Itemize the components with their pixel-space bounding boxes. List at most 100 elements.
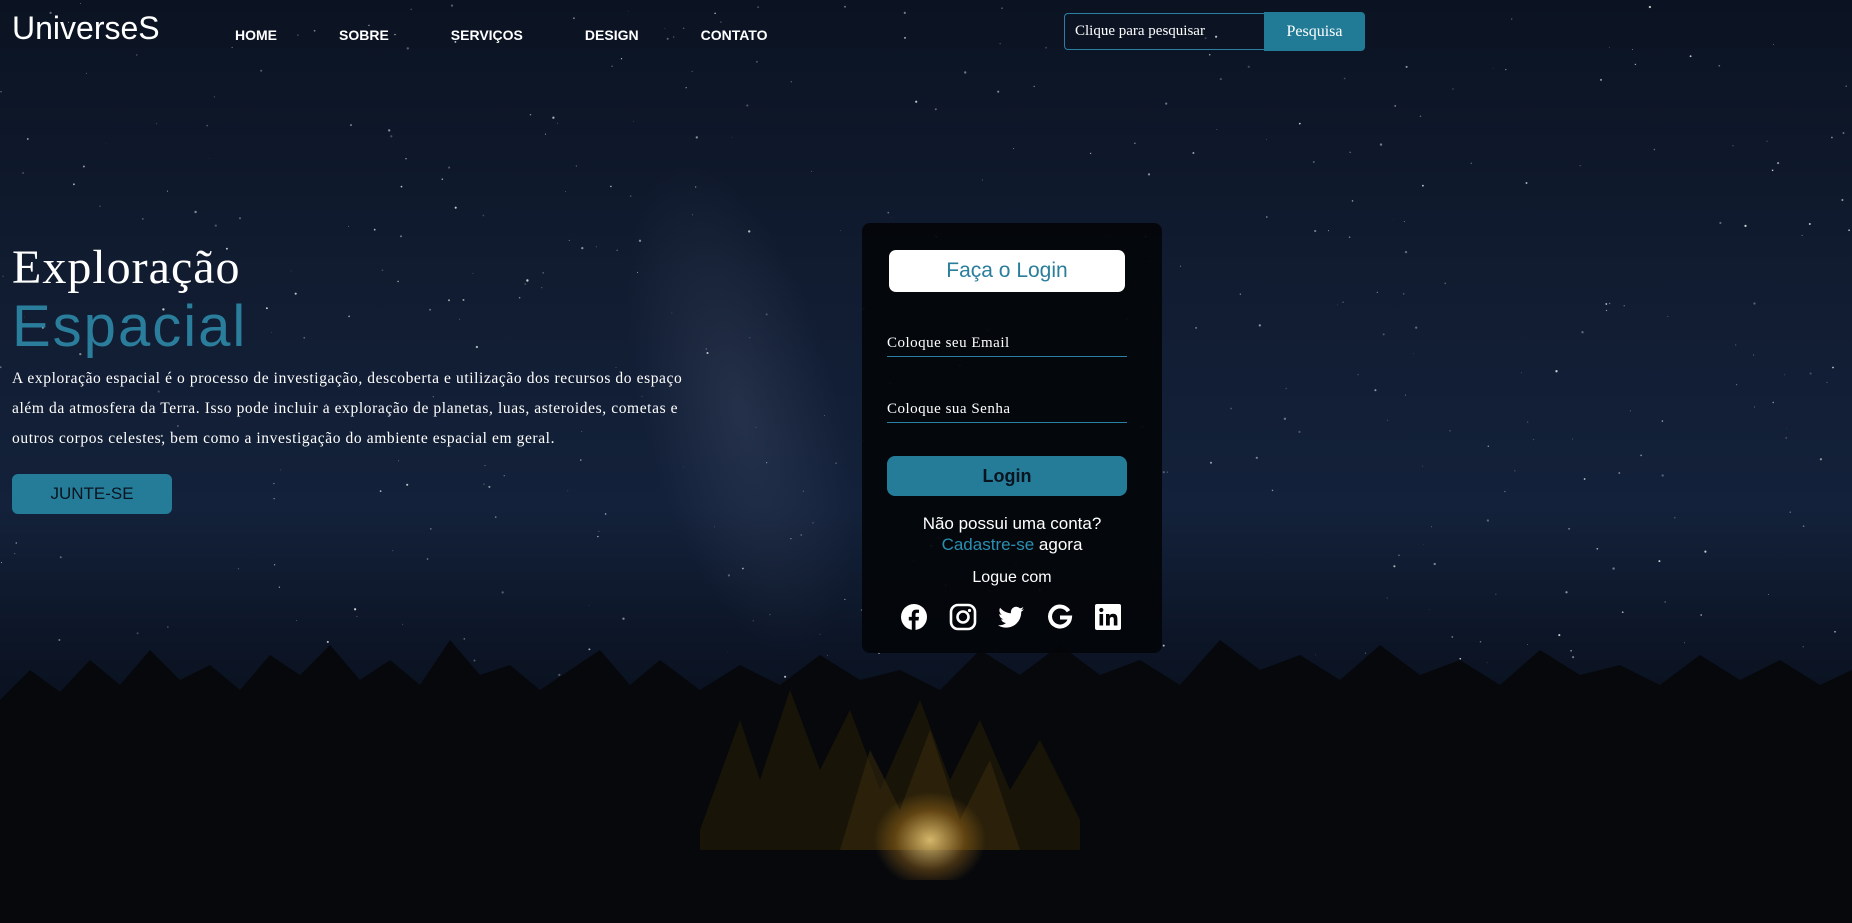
- star: [1298, 122, 1301, 125]
- star: [1266, 138, 1268, 140]
- star: [1495, 593, 1497, 595]
- star: [260, 69, 263, 72]
- star: [1634, 63, 1637, 66]
- nav-design[interactable]: DESIGN: [585, 27, 639, 43]
- signup-link[interactable]: Cadastre-se: [942, 535, 1035, 554]
- star: [1689, 55, 1692, 58]
- star: [598, 530, 600, 532]
- star: [844, 5, 846, 8]
- join-button[interactable]: JUNTE-SE: [12, 474, 172, 514]
- star: [136, 54, 138, 56]
- star: [1842, 132, 1845, 134]
- star: [1766, 140, 1768, 142]
- star: [611, 65, 613, 67]
- star: [1618, 472, 1621, 474]
- star: [1505, 68, 1507, 71]
- star: [373, 228, 376, 231]
- star: [194, 210, 197, 214]
- star: [1314, 229, 1317, 233]
- password-field[interactable]: [887, 397, 1127, 423]
- instagram-icon[interactable]: [949, 603, 977, 631]
- star: [544, 133, 546, 135]
- nav-servicos[interactable]: SERVIÇOS: [451, 27, 523, 43]
- star: [529, 113, 532, 116]
- star: [731, 137, 733, 138]
- star: [1664, 601, 1667, 603]
- star: [714, 526, 715, 528]
- star: [557, 122, 558, 124]
- star: [790, 81, 792, 83]
- star: [80, 3, 81, 4]
- email-field[interactable]: [887, 331, 1127, 357]
- star: [1809, 372, 1812, 375]
- star: [167, 626, 169, 628]
- star: [915, 100, 918, 103]
- twitter-icon[interactable]: [997, 603, 1025, 631]
- nav-contato[interactable]: CONTATO: [701, 27, 768, 43]
- star: [1415, 326, 1418, 329]
- star: [1001, 7, 1003, 9]
- star: [903, 36, 907, 39]
- star: [1376, 291, 1378, 294]
- star: [1583, 478, 1586, 480]
- login-button[interactable]: Login: [887, 456, 1127, 496]
- star: [349, 124, 353, 127]
- star: [695, 136, 698, 139]
- star: [1719, 221, 1722, 225]
- star: [755, 426, 757, 428]
- nav-home[interactable]: HOME: [235, 27, 277, 43]
- star: [99, 205, 101, 207]
- star: [1640, 454, 1642, 457]
- star: [0, 562, 3, 564]
- facebook-icon[interactable]: [900, 603, 928, 631]
- star: [1379, 143, 1383, 146]
- star: [356, 615, 358, 617]
- star: [1605, 303, 1608, 305]
- star: [765, 313, 768, 316]
- star: [1772, 401, 1774, 404]
- star: [231, 46, 233, 48]
- star: [1423, 544, 1424, 546]
- google-icon[interactable]: [1046, 603, 1074, 631]
- star: [610, 185, 612, 188]
- star: [1239, 293, 1241, 295]
- star: [59, 556, 62, 559]
- star: [1785, 437, 1788, 439]
- star: [353, 608, 357, 611]
- star: [964, 71, 967, 74]
- star: [1845, 85, 1847, 87]
- hero-title-line2: Espacial: [12, 294, 248, 359]
- star: [1210, 461, 1212, 464]
- star: [13, 552, 16, 555]
- star: [274, 564, 276, 566]
- star: [1629, 410, 1631, 412]
- star: [1581, 331, 1584, 334]
- star: [1841, 198, 1844, 202]
- star: [1661, 474, 1664, 477]
- site-logo[interactable]: UniverseS: [12, 10, 160, 47]
- star: [692, 214, 693, 216]
- star: [997, 90, 1000, 93]
- linkedin-icon[interactable]: [1094, 603, 1122, 631]
- star: [1342, 301, 1344, 304]
- star: [1404, 250, 1408, 254]
- nav-sobre[interactable]: SOBRE: [339, 27, 389, 43]
- star: [1162, 471, 1165, 474]
- star: [1653, 148, 1656, 151]
- star: [1486, 519, 1490, 522]
- star: [1784, 374, 1786, 376]
- star: [812, 522, 814, 524]
- search-input[interactable]: [1064, 13, 1264, 50]
- search-button[interactable]: Pesquisa: [1264, 12, 1365, 51]
- star: [572, 17, 575, 20]
- star: [1444, 282, 1447, 285]
- star: [82, 165, 85, 168]
- star: [844, 598, 846, 601]
- social-login-icons: [900, 603, 1143, 631]
- star: [1433, 562, 1436, 566]
- star: [1808, 222, 1811, 226]
- star: [811, 170, 813, 172]
- star: [1771, 169, 1774, 172]
- star: [1555, 370, 1558, 373]
- star: [1789, 511, 1791, 513]
